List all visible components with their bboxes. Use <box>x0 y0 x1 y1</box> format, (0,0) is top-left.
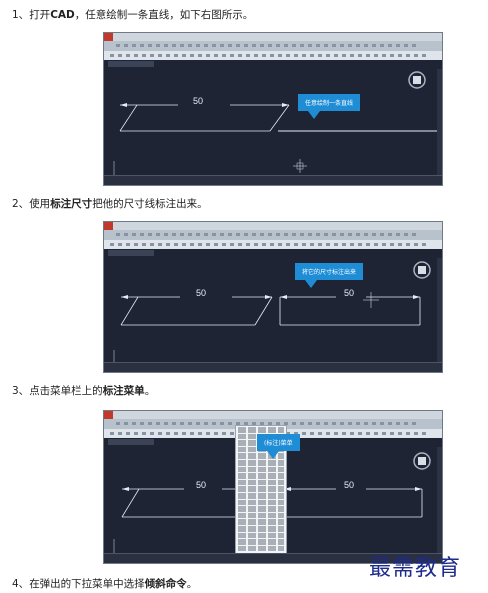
menu-item[interactable] <box>238 466 284 473</box>
step-1: 1、打开CAD，任意绘制一条直线，如下右图所示。 <box>12 9 254 21</box>
menu-item[interactable] <box>238 499 284 506</box>
watermark-text: 最需教育 <box>369 556 462 581</box>
menu-item[interactable] <box>238 545 284 552</box>
cad-screenshot-3: 50 50 (标注)菜单 <box>103 410 443 564</box>
menu-item[interactable] <box>238 473 284 479</box>
menu-item[interactable] <box>238 525 284 532</box>
menu-item[interactable] <box>238 532 284 539</box>
menu-item[interactable] <box>238 479 284 486</box>
cad-screenshot-2: 50 50 将它的尺寸标注出来 <box>103 221 443 373</box>
menu-item[interactable] <box>238 427 284 433</box>
dimension-text-left: 50 <box>196 288 207 298</box>
drawing-canvas-2 <box>113 261 431 368</box>
cad-screenshot-1: 50 任意绘制一条直线 <box>103 32 443 186</box>
dimension-text-right: 50 <box>344 288 355 298</box>
dimension-text-right: 50 <box>344 480 355 490</box>
dimension-text: 50 <box>193 96 204 106</box>
callout-tip: 将它的尺寸标注出来 <box>295 263 364 288</box>
menu-item[interactable] <box>238 459 284 466</box>
menu-item[interactable] <box>238 506 284 512</box>
dimension-text-left: 50 <box>196 480 207 490</box>
menu-item[interactable] <box>238 492 284 499</box>
step-4: 4、在弹出的下拉菜单中选择倾斜命令。 <box>12 578 198 590</box>
callout-tip: (标注)菜单 <box>257 434 300 459</box>
menu-item[interactable] <box>238 512 284 519</box>
drawing-canvas-1 <box>113 71 437 180</box>
step-3: 3、点击菜单栏上的标注菜单。 <box>12 385 156 397</box>
menu-item[interactable] <box>238 539 284 545</box>
status-bar <box>104 362 442 372</box>
step-2: 2、使用标注尺寸把他的尺寸线标注出来。 <box>12 198 208 210</box>
callout-tip: 任意绘制一条直线 <box>298 94 361 119</box>
status-bar <box>104 175 442 185</box>
menu-item[interactable] <box>238 486 284 492</box>
menu-item[interactable] <box>238 519 284 525</box>
